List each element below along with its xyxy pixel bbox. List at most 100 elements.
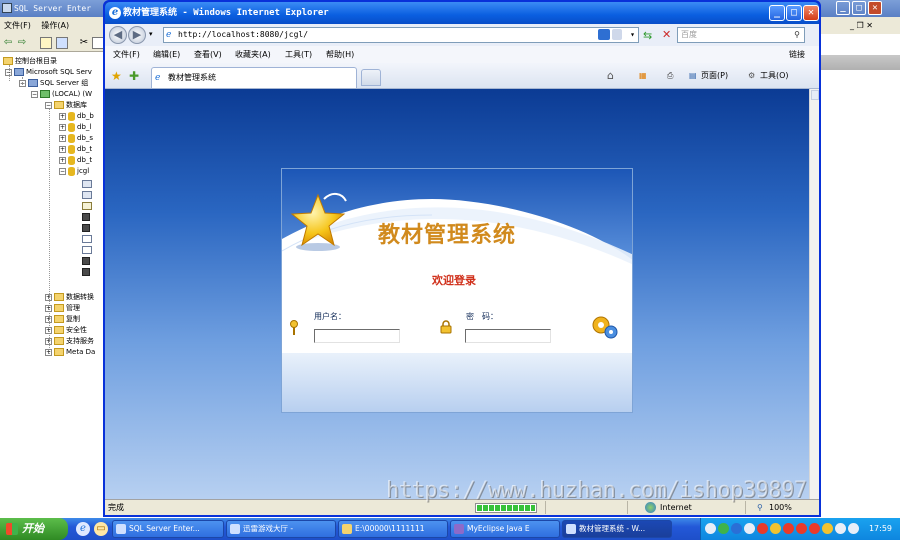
default-icon[interactable] bbox=[82, 245, 94, 256]
tree-item-database-jcgl[interactable]: − jcgl bbox=[59, 166, 89, 177]
tray-icon[interactable] bbox=[770, 523, 781, 534]
tree-item-root[interactable]: 控制台根目录 bbox=[3, 56, 57, 67]
tree-item-microsoft-sql[interactable]: − Microsoft SQL Serv bbox=[5, 67, 92, 78]
start-button[interactable]: 开始 bbox=[0, 518, 68, 540]
page-progress-bar bbox=[475, 503, 537, 513]
address-text: http://localhost:8080/jcgl/ bbox=[178, 30, 309, 39]
tree-item-replication[interactable]: + 复制 bbox=[45, 314, 80, 325]
username-input[interactable] bbox=[314, 329, 400, 343]
menu-file[interactable]: 文件(F) bbox=[113, 46, 140, 63]
menu-view[interactable]: 查看(V) bbox=[194, 46, 222, 63]
password-input[interactable] bbox=[465, 329, 551, 343]
task-myeclipse[interactable]: MyEclipse Java E bbox=[450, 520, 560, 538]
function-icon[interactable] bbox=[82, 267, 92, 278]
tray-icon[interactable] bbox=[822, 523, 833, 534]
task-ie-jcgl[interactable]: 教材管理系统 - W... bbox=[562, 520, 672, 538]
tree-item-database[interactable]: + db_t bbox=[59, 144, 92, 155]
tree-item-dts[interactable]: + 数据转换 bbox=[45, 292, 94, 303]
vertical-scrollbar[interactable] bbox=[809, 89, 819, 499]
forward-icon[interactable]: ▶ bbox=[128, 26, 146, 44]
favorites-star-icon[interactable]: ★ bbox=[111, 69, 122, 83]
tree-item-support-services[interactable]: + 支持服务 bbox=[45, 336, 94, 347]
feeds-icon[interactable]: ▦ bbox=[639, 69, 647, 83]
refresh-icon[interactable]: ⇆ bbox=[643, 29, 652, 42]
desktop-quicklaunch-icon[interactable]: ▭ bbox=[94, 522, 108, 536]
ie-titlebar[interactable]: e 教材管理系统 - Windows Internet Explorer _ □… bbox=[105, 2, 819, 24]
address-dropdown-icon[interactable]: ▾ bbox=[630, 28, 635, 42]
task-explorer-folder[interactable]: E:\00000\1111111 bbox=[338, 520, 448, 538]
home-icon[interactable]: ⌂ bbox=[607, 69, 614, 83]
tree-item-local-server[interactable]: − (LOCAL) (W bbox=[31, 89, 92, 100]
folder-up-icon[interactable] bbox=[40, 37, 52, 49]
volume-icon[interactable] bbox=[835, 523, 846, 534]
ie-menubar: 文件(F) 编辑(E) 查看(V) 收藏夹(A) 工具(T) 帮助(H) 链接 bbox=[105, 46, 819, 63]
tools-menu-button[interactable]: 工具(O) bbox=[760, 69, 789, 83]
login-gear-button-icon[interactable] bbox=[590, 313, 620, 341]
tree-item-database[interactable]: + db_l bbox=[59, 122, 91, 133]
clock[interactable]: 17:59 bbox=[869, 518, 892, 540]
role-icon[interactable] bbox=[82, 223, 92, 234]
tray-icon[interactable] bbox=[731, 523, 742, 534]
tree-item-database[interactable]: + db_b bbox=[59, 111, 94, 122]
bg-menu-file[interactable]: 文件(F) bbox=[0, 17, 35, 34]
tree-item-database[interactable]: + db_t bbox=[59, 155, 92, 166]
properties-icon[interactable] bbox=[56, 37, 68, 49]
tree-item-databases[interactable]: − 数据库 bbox=[45, 100, 87, 111]
tray-icon[interactable] bbox=[718, 523, 729, 534]
task-xunlei[interactable]: 迅雷游戏大厅 - bbox=[226, 520, 336, 538]
task-sql-server[interactable]: SQL Server Enter... bbox=[112, 520, 224, 538]
qq-icon[interactable] bbox=[809, 523, 820, 534]
menu-favorites[interactable]: 收藏夹(A) bbox=[235, 46, 271, 63]
tab-jcgl[interactable]: e 教材管理系统 bbox=[151, 67, 357, 88]
view-icon[interactable] bbox=[82, 190, 94, 201]
menu-help[interactable]: 帮助(H) bbox=[326, 46, 354, 63]
search-icon[interactable]: ⚲ bbox=[794, 28, 800, 42]
ie-quicklaunch-icon[interactable]: e bbox=[76, 522, 90, 536]
tray-icon[interactable] bbox=[744, 523, 755, 534]
user-type-icon[interactable] bbox=[82, 256, 92, 267]
ie-logo-icon: e bbox=[109, 7, 121, 19]
print-icon[interactable]: ⎙ bbox=[667, 69, 673, 83]
database-icon bbox=[68, 166, 75, 176]
close-icon[interactable]: ✕ bbox=[803, 5, 819, 21]
compatibility-icon[interactable] bbox=[598, 29, 610, 40]
tray-icon[interactable] bbox=[705, 523, 716, 534]
user-icon[interactable] bbox=[82, 212, 92, 223]
menu-edit[interactable]: 编辑(E) bbox=[153, 46, 180, 63]
server-icon bbox=[14, 68, 24, 76]
maximize-icon[interactable]: □ bbox=[786, 5, 802, 21]
start-label: 开始 bbox=[22, 522, 44, 535]
history-dropdown-icon[interactable]: ▾ bbox=[149, 30, 153, 38]
back-icon[interactable]: ◀ bbox=[109, 26, 127, 44]
qq-icon[interactable] bbox=[757, 523, 768, 534]
add-favorite-icon[interactable]: ✚ bbox=[129, 69, 139, 83]
tree-item-server-group[interactable]: − SQL Server 组 bbox=[19, 78, 88, 89]
stop-icon[interactable]: ✕ bbox=[662, 28, 671, 41]
scroll-up-icon[interactable] bbox=[811, 90, 819, 100]
back-arrow-icon[interactable]: ⇦ bbox=[2, 37, 14, 49]
tree-item-meta-data[interactable]: + Meta Da bbox=[45, 347, 95, 358]
stored-procedure-icon[interactable] bbox=[82, 201, 94, 212]
new-tab-button[interactable] bbox=[361, 69, 381, 86]
qq-icon[interactable] bbox=[796, 523, 807, 534]
system-title: 教材管理系统 bbox=[378, 223, 517, 248]
page-menu-button[interactable]: 页面(P) bbox=[701, 69, 728, 83]
links-label[interactable]: 链接 bbox=[789, 46, 805, 63]
bg-toolbar: ⇦ ⇨ ✂ bbox=[0, 34, 104, 52]
bg-menu-action[interactable]: 操作(A) bbox=[37, 17, 73, 34]
forward-arrow-icon[interactable]: ⇨ bbox=[16, 37, 28, 49]
bg-window-title: SQL Server Enter bbox=[14, 4, 92, 13]
menu-tools[interactable]: 工具(T) bbox=[285, 46, 312, 63]
tray-icon[interactable] bbox=[848, 523, 859, 534]
rule-icon[interactable] bbox=[82, 234, 94, 245]
table-icon[interactable] bbox=[82, 179, 94, 190]
tree-item-security[interactable]: + 安全性 bbox=[45, 325, 87, 336]
address-bar[interactable]: e http://localhost:8080/jcgl/ ▾ bbox=[163, 27, 639, 43]
search-box[interactable]: 百度 ⚲ bbox=[677, 27, 805, 43]
minimize-icon[interactable]: _ bbox=[769, 5, 785, 21]
server-running-icon bbox=[40, 90, 50, 98]
tree-item-management[interactable]: + 管理 bbox=[45, 303, 80, 314]
qq-icon[interactable] bbox=[783, 523, 794, 534]
cut-icon[interactable]: ✂ bbox=[78, 37, 90, 49]
tree-item-database[interactable]: + db_s bbox=[59, 133, 93, 144]
